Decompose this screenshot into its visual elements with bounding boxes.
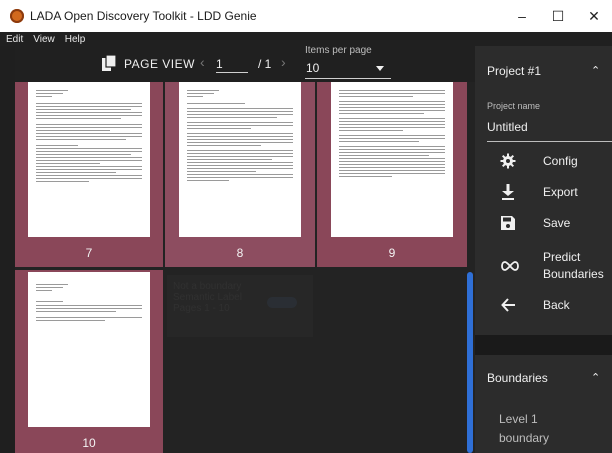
app-logo-icon [10, 9, 24, 23]
project-name-underline [487, 141, 612, 142]
page-card[interactable]: 9 [317, 82, 467, 267]
dropdown-caret-icon[interactable] [376, 66, 384, 71]
level-1-boundary-label: Level 1 boundary [499, 412, 550, 445]
page-number: 10 [82, 436, 96, 450]
boundaries-title: Boundaries [487, 371, 548, 385]
gear-icon [500, 153, 516, 169]
page-thumbnail[interactable] [331, 82, 453, 237]
page-number: 9 [388, 246, 396, 260]
page-thumbnail[interactable] [179, 82, 301, 237]
back-button[interactable]: Back [475, 290, 612, 320]
previous-page-icon[interactable]: ‹ [200, 54, 205, 70]
window-title: LADA Open Discovery Toolkit - LDD Genie [30, 9, 257, 23]
save-button[interactable]: Save [475, 208, 612, 238]
project-name-input[interactable]: Untitled [487, 120, 528, 134]
download-icon [500, 184, 516, 200]
infinity-icon [500, 258, 520, 274]
page-thumbnail[interactable] [28, 272, 150, 427]
export-label: Export [543, 184, 578, 199]
page-thumbnail[interactable] [28, 82, 150, 237]
menu-edit[interactable]: Edit [6, 34, 23, 45]
drag-ghost-item: Not a boundary Semantic Label Pages 1 - … [167, 275, 313, 337]
menu-bar: Edit View Help [0, 32, 612, 46]
menu-view[interactable]: View [33, 34, 55, 45]
window-titlebar: LADA Open Discovery Toolkit - LDD Genie … [0, 0, 612, 32]
project-title: Project #1 [487, 64, 542, 78]
minimize-button[interactable]: – [504, 0, 540, 32]
predict-boundaries-button[interactable]: Predict Boundaries [475, 246, 612, 286]
menu-help[interactable]: Help [65, 34, 86, 45]
predict-boundaries-label: Predict Boundaries [543, 250, 604, 281]
config-button[interactable]: Config [475, 146, 612, 176]
page-number: 7 [85, 246, 93, 260]
save-label: Save [543, 215, 571, 230]
total-pages: / 1 [258, 57, 272, 71]
maximize-button[interactable]: ☐ [540, 0, 576, 32]
project-name-label: Project name [487, 101, 541, 111]
ghost-line-1: Not a boundary [173, 281, 242, 292]
export-button[interactable]: Export [475, 177, 612, 207]
current-page-input[interactable] [216, 55, 248, 73]
page-card[interactable]: 8 [165, 82, 315, 267]
items-per-page-select[interactable]: 10 [306, 61, 319, 75]
ghost-chip [267, 297, 297, 308]
page-grid: 7 8 9 10 Not a boundary Semantic Label P… [15, 82, 475, 453]
page-card[interactable]: 7 [15, 82, 163, 267]
floppy-disk-icon [500, 215, 516, 231]
items-per-page-label: Items per page [305, 45, 372, 56]
page-view-label[interactable]: PAGE VIEW [124, 57, 195, 71]
config-label: Config [543, 153, 578, 168]
grid-scrollbar[interactable] [467, 272, 473, 453]
collapse-boundaries-icon[interactable]: ⌃ [591, 371, 600, 384]
items-per-page-underline [305, 78, 391, 79]
page-number: 8 [236, 246, 244, 260]
collapse-project-icon[interactable]: ⌃ [591, 64, 600, 77]
next-page-icon[interactable]: › [281, 54, 286, 70]
page-view-icon[interactable] [102, 55, 116, 71]
page-card[interactable]: 10 [15, 270, 163, 453]
close-button[interactable]: ✕ [576, 0, 612, 32]
back-label: Back [543, 297, 570, 312]
arrow-left-icon [500, 297, 516, 313]
